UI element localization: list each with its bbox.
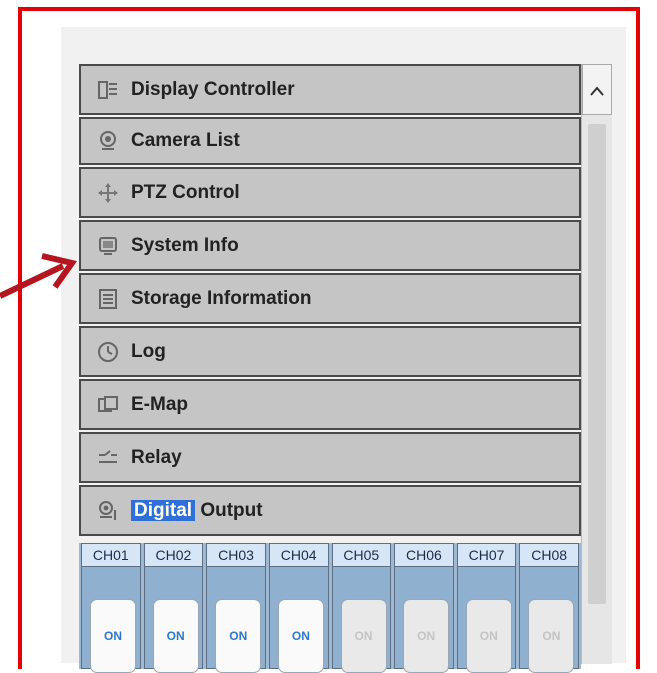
annotation-arrow — [0, 253, 78, 299]
annotation-arrow-shaft — [0, 263, 65, 299]
